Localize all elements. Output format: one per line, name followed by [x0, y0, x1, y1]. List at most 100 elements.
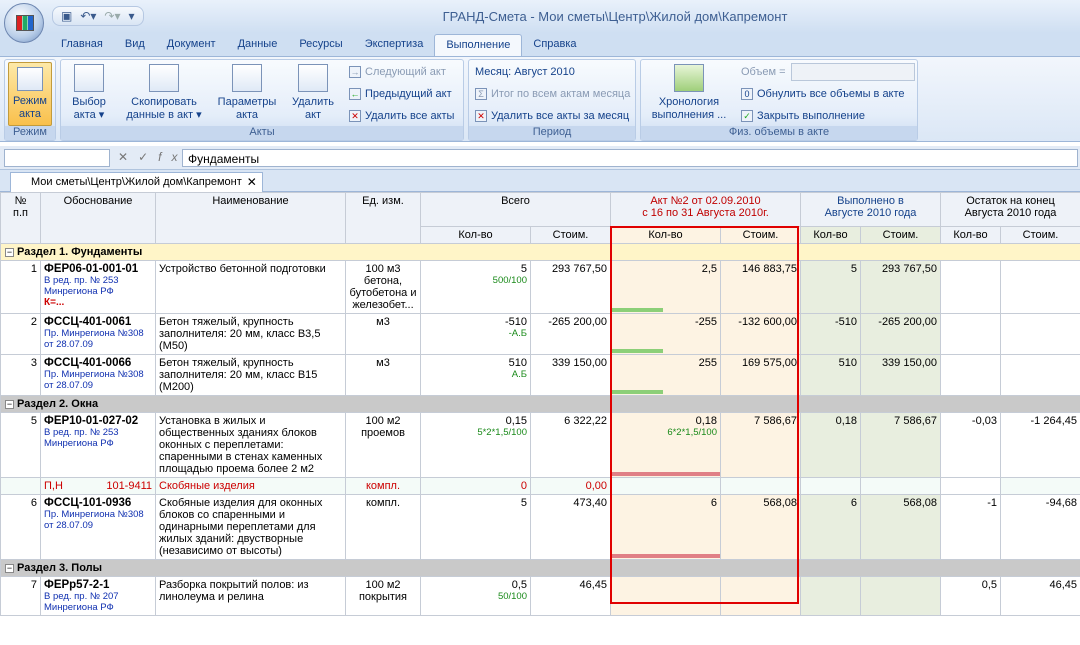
row-rest-cost[interactable]: -94,68 — [1000, 494, 1080, 560]
row-unit[interactable]: 100 м2 покрытия — [345, 576, 421, 616]
month-total-button[interactable]: Σ Итог по всем актам месяца — [475, 88, 630, 100]
collapse-icon[interactable]: − — [5, 563, 14, 573]
row-total-qty[interactable]: 0,5 50/100 — [420, 576, 531, 616]
row-total-cost[interactable]: 473,40 — [530, 494, 611, 560]
row-res-rq[interactable] — [940, 477, 1001, 495]
row-rest-qty[interactable]: 0,5 — [940, 576, 1001, 616]
row-total-qty[interactable]: 0,15 5*2*1,5/100 — [420, 412, 531, 478]
col-num-header[interactable]: № п.п — [0, 192, 41, 244]
row-act-qty[interactable]: 2,5 — [610, 260, 721, 314]
col-cost-header[interactable]: Стоим. — [860, 226, 941, 244]
row-name[interactable]: Бетон тяжелый, крупность заполнителя: 20… — [155, 313, 346, 355]
chronology-button[interactable]: Хронология выполнения ... — [647, 64, 731, 122]
row-number[interactable]: 1 — [0, 260, 41, 314]
row-total-cost[interactable]: 46,45 — [530, 576, 611, 616]
row-res-ac[interactable] — [720, 477, 801, 495]
row-act-qty[interactable]: -255 — [610, 313, 721, 355]
section-title[interactable]: − Раздел 3. Полы — [0, 559, 1080, 577]
table-row[interactable]: 5 ФЕР10-01-027-02 В ред. пр. № 253 Минреги… — [0, 412, 1080, 478]
copy-to-act-button[interactable]: Скопировать данные в акт ▾ — [119, 64, 209, 122]
row-basis[interactable]: ФССЦ-401-0066 Пр. Минрегиона №308 от 28.0… — [40, 354, 156, 396]
cancel-icon[interactable]: ✕ — [118, 150, 138, 164]
col-qty-header[interactable]: Кол-во — [800, 226, 861, 244]
row-done-cost[interactable]: -265 200,00 — [860, 313, 941, 355]
row-rest-cost[interactable]: -1 264,45 — [1000, 412, 1080, 478]
table-row[interactable]: 3 ФССЦ-401-0066 Пр. Минрегиона №308 от 28.… — [0, 354, 1080, 396]
row-act-cost[interactable]: 146 883,75 — [720, 260, 801, 314]
row-basis[interactable]: ФССЦ-401-0061 Пр. Минрегиона №308 от 28.0… — [40, 313, 156, 355]
section-row[interactable]: − Раздел 3. Полы — [0, 559, 1080, 577]
col-qty-header[interactable]: Кол-во — [610, 226, 721, 244]
row-name[interactable]: Установка в жилых и общественных зданиях… — [155, 412, 346, 478]
row-act-cost[interactable]: 169 575,00 — [720, 354, 801, 396]
row-done-qty[interactable] — [800, 576, 861, 616]
next-act-button[interactable]: → Следующий акт — [349, 66, 446, 78]
reset-volumes-button[interactable]: 0 Обнулить все объемы в акте — [741, 88, 905, 100]
row-done-qty[interactable]: 510 — [800, 354, 861, 396]
col-rest-header[interactable]: Остаток на конец Августа 2010 года — [940, 192, 1080, 227]
row-done-cost[interactable]: 7 586,67 — [860, 412, 941, 478]
row-number[interactable]: 5 — [0, 412, 41, 478]
row-act-qty[interactable]: 255 — [610, 354, 721, 396]
close-tab-icon[interactable]: ✕ — [247, 175, 257, 189]
row-done-cost[interactable]: 293 767,50 — [860, 260, 941, 314]
row-res-rc[interactable] — [1000, 477, 1080, 495]
row-res-tc[interactable]: 0,00 — [530, 477, 611, 495]
row-name[interactable]: Разборка покрытий полов: из линолеума и … — [155, 576, 346, 616]
row-total-qty[interactable]: 510 А.Б — [420, 354, 531, 396]
row-name[interactable]: Бетон тяжелый, крупность заполнителя: 20… — [155, 354, 346, 396]
row-rest-qty[interactable] — [940, 354, 1001, 396]
row-done-qty[interactable]: 0,18 — [800, 412, 861, 478]
row-act-qty[interactable]: 0,18 6*2*1,5/100 — [610, 412, 721, 478]
row-res-name[interactable]: Скобяные изделия — [155, 477, 346, 495]
tab-1[interactable]: Вид — [114, 34, 156, 56]
row-act-qty[interactable]: 6 — [610, 494, 721, 560]
table-row[interactable]: 1 ФЕР06-01-001-01 В ред. пр. № 253 Минреги… — [0, 260, 1080, 314]
collapse-icon[interactable]: − — [5, 247, 14, 257]
section-row[interactable]: − Раздел 2. Окна — [0, 395, 1080, 413]
delete-all-acts-button[interactable]: ✕ Удалить все акты — [349, 110, 454, 122]
row-done-cost[interactable]: 339 150,00 — [860, 354, 941, 396]
row-unit[interactable]: 100 м2 проемов — [345, 412, 421, 478]
row-total-qty[interactable]: -510 -А.Б — [420, 313, 531, 355]
col-cost-header[interactable]: Стоим. — [1000, 226, 1080, 244]
row-name[interactable]: Устройство бетонной подготовки — [155, 260, 346, 314]
section-title[interactable]: − Раздел 2. Окна — [0, 395, 1080, 413]
section-title[interactable]: − Раздел 1. Фундаменты — [0, 243, 1080, 261]
row-rest-cost[interactable] — [1000, 260, 1080, 314]
table-row[interactable]: 7 ФЕРр57-2-1 В ред. пр. № 207 Минрегиона Р… — [0, 576, 1080, 616]
delete-act-button[interactable]: Удалить акт — [285, 64, 341, 122]
col-unit-header[interactable]: Ед. изм. — [345, 192, 421, 244]
col-cost-header[interactable]: Стоим. — [530, 226, 611, 244]
table-row[interactable]: 6 ФССЦ-101-0936 Пр. Минрегиона №308 от 28.… — [0, 494, 1080, 560]
act-params-button[interactable]: Параметры акта — [213, 64, 281, 122]
tab-7[interactable]: Справка — [522, 34, 587, 56]
tab-4[interactable]: Ресурсы — [288, 34, 353, 56]
close-execution-button[interactable]: ✓ Закрыть выполнение — [741, 110, 865, 122]
row-res-dq[interactable] — [800, 477, 861, 495]
row-done-cost[interactable] — [860, 576, 941, 616]
row-done-qty[interactable]: -510 — [800, 313, 861, 355]
col-name-header[interactable]: Наименование — [155, 192, 346, 244]
row-res-code[interactable]: П,Н 101-9411 — [40, 477, 156, 495]
row-basis[interactable]: ФЕРр57-2-1 В ред. пр. № 207 Минрегиона РФ — [40, 576, 156, 616]
row-done-cost[interactable]: 568,08 — [860, 494, 941, 560]
collapse-icon[interactable]: − — [5, 399, 14, 409]
row-name[interactable]: Скобяные изделия для оконных блоков со с… — [155, 494, 346, 560]
row-rest-qty[interactable] — [940, 313, 1001, 355]
app-menu-button[interactable] — [4, 3, 44, 43]
section-row[interactable]: − Раздел 1. Фундаменты — [0, 243, 1080, 261]
row-rest-cost[interactable] — [1000, 354, 1080, 396]
col-qty-header[interactable]: Кол-во — [420, 226, 531, 244]
col-cost-header[interactable]: Стоим. — [720, 226, 801, 244]
row-res-tq[interactable]: 0 — [420, 477, 531, 495]
row-res-aq[interactable] — [610, 477, 721, 495]
table-row[interactable]: 2 ФССЦ-401-0061 Пр. Минрегиона №308 от 28.… — [0, 313, 1080, 355]
month-selector[interactable]: Месяц: Август 2010 — [475, 66, 575, 78]
tab-5[interactable]: Экспертиза — [354, 34, 435, 56]
row-basis[interactable]: ФССЦ-101-0936 Пр. Минрегиона №308 от 28.0… — [40, 494, 156, 560]
name-box[interactable] — [4, 149, 110, 167]
tab-0[interactable]: Главная — [50, 34, 114, 56]
confirm-icon[interactable]: ✓ — [138, 150, 158, 164]
row-unit[interactable]: м3 — [345, 313, 421, 355]
